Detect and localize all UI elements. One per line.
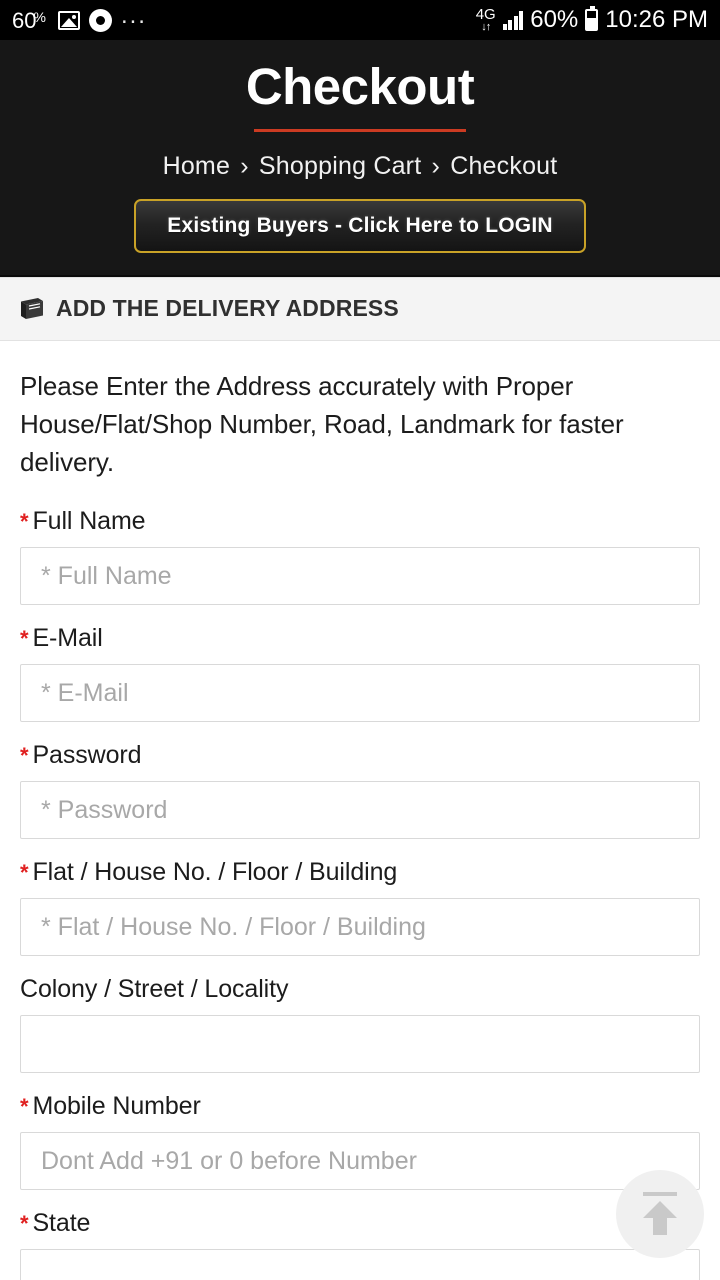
field-colony-street: Colony / Street / Locality — [20, 975, 700, 1074]
arrow-up-icon — [637, 1190, 683, 1238]
breadcrumb-item-home[interactable]: Home — [163, 152, 231, 180]
required-marker-icon: * — [20, 626, 29, 652]
label-text: E-Mail — [32, 624, 103, 653]
field-email: * E-Mail — [20, 624, 700, 723]
breadcrumb-separator-icon: › — [240, 151, 249, 180]
password-input[interactable] — [20, 781, 700, 840]
label-text: State — [32, 1209, 91, 1238]
delivery-address-form: Please Enter the Address accurately with… — [0, 341, 720, 1280]
field-state: * State — [20, 1209, 700, 1280]
checkout-page: 60% ... 4G ↓↑ 60% 10:26 PM Checkout Home … — [0, 0, 720, 1280]
battery-saver-indicator: 60% — [12, 7, 46, 33]
breadcrumb-separator-icon: › — [431, 151, 441, 180]
field-label: * Flat / House No. / Floor / Building — [20, 858, 700, 887]
state-input[interactable] — [20, 1249, 700, 1280]
field-mobile-number: * Mobile Number — [20, 1092, 700, 1191]
email-input[interactable] — [20, 664, 700, 723]
scroll-to-top-button[interactable] — [616, 1170, 704, 1258]
label-text: Colony / Street / Locality — [20, 975, 289, 1004]
page-header: Checkout Home › Shopping Cart › Checkout… — [0, 40, 720, 277]
delivery-address-section-header: ADD THE DELIVERY ADDRESS — [0, 276, 720, 341]
required-marker-icon: * — [20, 860, 29, 886]
overflow-icon: ... — [120, 2, 147, 29]
section-title: ADD THE DELIVERY ADDRESS — [56, 295, 399, 322]
label-text: Password — [32, 741, 142, 770]
field-label: * Password — [20, 741, 700, 770]
clock-label: 10:26 PM — [605, 6, 708, 33]
breadcrumb-item-checkout: Checkout — [450, 151, 558, 180]
field-label: * E-Mail — [20, 624, 700, 653]
page-title: Checkout — [245, 58, 475, 115]
field-label: Colony / Street / Locality — [20, 975, 700, 1004]
address-book-icon — [18, 297, 45, 321]
colony-street-input[interactable] — [20, 1015, 700, 1074]
required-marker-icon: * — [20, 1211, 29, 1237]
breadcrumb: Home › Shopping Cart › Checkout — [0, 152, 720, 181]
network-type-icon: 4G ↓↑ — [475, 6, 496, 33]
field-label: * Full Name — [20, 507, 700, 536]
breadcrumb-item-shopping-cart[interactable]: Shopping Cart — [259, 152, 421, 180]
field-password: * Password — [20, 741, 700, 840]
status-bar-right: 4G ↓↑ 60% 10:26 PM — [476, 6, 708, 34]
title-underline — [254, 128, 466, 132]
field-full-name: * Full Name — [20, 507, 700, 606]
field-label: * State — [20, 1209, 700, 1238]
mobile-number-input[interactable] — [20, 1132, 700, 1191]
image-icon — [57, 10, 80, 30]
status-bar-left: 60% ... — [12, 2, 476, 34]
required-marker-icon: * — [20, 743, 29, 769]
flat-house-input[interactable] — [20, 898, 700, 957]
form-instructions: Please Enter the Address accurately with… — [20, 370, 624, 478]
battery-percent-label: 60% — [530, 6, 579, 33]
label-text: Mobile Number — [32, 1092, 201, 1121]
label-text: Full Name — [32, 507, 146, 536]
required-marker-icon: * — [20, 509, 29, 535]
chrome-icon — [88, 8, 112, 32]
existing-buyers-login-button[interactable]: Existing Buyers - Click Here to LOGIN — [134, 198, 586, 253]
label-text: Flat / House No. / Floor / Building — [32, 858, 398, 887]
field-flat-house: * Flat / House No. / Floor / Building — [20, 858, 700, 957]
field-label: * Mobile Number — [20, 1092, 700, 1121]
signal-bars-icon — [502, 10, 524, 30]
status-bar: 60% ... 4G ↓↑ 60% 10:26 PM — [0, 0, 720, 40]
full-name-input[interactable] — [20, 547, 700, 606]
battery-icon — [585, 6, 599, 31]
required-marker-icon: * — [20, 1094, 29, 1120]
